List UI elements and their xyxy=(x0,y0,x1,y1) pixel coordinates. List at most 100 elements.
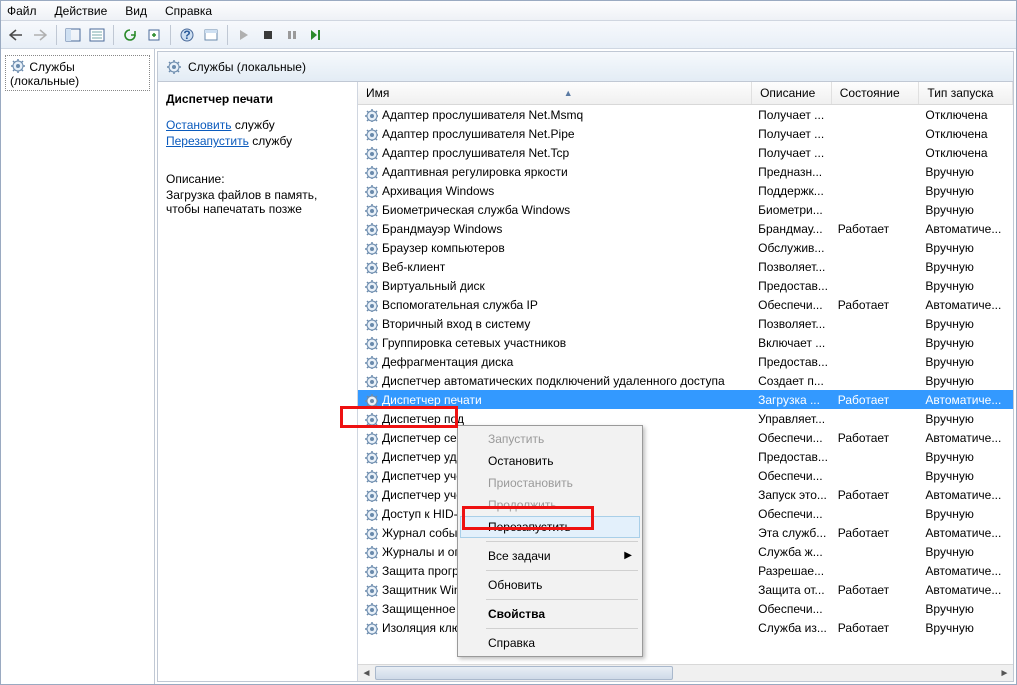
gear-icon xyxy=(364,431,378,445)
service-state: Работает xyxy=(832,621,920,635)
cm-all-tasks[interactable]: Все задачи▶ xyxy=(460,545,640,567)
cm-help[interactable]: Справка xyxy=(460,632,640,654)
back-button[interactable] xyxy=(5,24,27,46)
cm-properties[interactable]: Свойства xyxy=(460,603,640,625)
service-row[interactable]: Веб-клиентПозволяет...Вручную xyxy=(358,257,1013,276)
service-name: Защитник Wind xyxy=(382,583,467,597)
service-name: Адаптер прослушивателя Net.Tcp xyxy=(382,146,569,160)
service-start-type: Автоматиче... xyxy=(919,488,1013,502)
service-description: Обеспечи... xyxy=(752,298,832,312)
show-hide-tree-button[interactable] xyxy=(62,24,84,46)
cm-refresh[interactable]: Обновить xyxy=(460,574,640,596)
service-row[interactable]: Биометрическая служба WindowsБиометри...… xyxy=(358,200,1013,219)
service-row[interactable]: Адаптер прослушивателя Net.PipeПолучает … xyxy=(358,124,1013,143)
description-text: Загрузка файлов в память, чтобы напечата… xyxy=(166,188,349,216)
gear-icon xyxy=(364,469,378,483)
cm-stop[interactable]: Остановить xyxy=(460,450,640,472)
service-name: Брандмауэр Windows xyxy=(382,222,502,236)
forward-button[interactable] xyxy=(29,24,51,46)
menu-file[interactable]: Файл xyxy=(7,4,37,18)
stop-button[interactable] xyxy=(257,24,279,46)
gear-icon xyxy=(364,564,378,578)
service-description: Предостав... xyxy=(752,279,832,293)
service-description: Обеспечи... xyxy=(752,507,832,521)
service-row[interactable]: Группировка сетевых участниковВключает .… xyxy=(358,333,1013,352)
gear-icon xyxy=(364,241,378,255)
menu-view[interactable]: Вид xyxy=(125,4,147,18)
cm-restart[interactable]: Перезапустить xyxy=(460,516,640,538)
service-row[interactable]: Диспетчер печатиЗагрузка ...РаботаетАвто… xyxy=(358,390,1013,409)
gear-icon xyxy=(166,59,182,75)
service-start-type: Автоматиче... xyxy=(919,393,1013,407)
service-row[interactable]: Вторичный вход в системуПозволяет...Вруч… xyxy=(358,314,1013,333)
tree-pane: Службы (локальные) xyxy=(1,49,155,684)
service-start-type: Вручную xyxy=(919,545,1013,559)
pause-button[interactable] xyxy=(281,24,303,46)
scroll-right-icon[interactable]: ► xyxy=(996,665,1013,682)
service-description: Получает ... xyxy=(752,108,832,122)
service-start-type: Автоматиче... xyxy=(919,431,1013,445)
service-description: Поддержк... xyxy=(752,184,832,198)
service-description: Обеспечи... xyxy=(752,469,832,483)
submenu-arrow-icon: ▶ xyxy=(624,550,632,561)
service-description: Служба ж... xyxy=(752,545,832,559)
scroll-left-icon[interactable]: ◄ xyxy=(358,665,375,682)
scrollbar-thumb[interactable] xyxy=(375,666,673,680)
service-start-type: Автоматиче... xyxy=(919,222,1013,236)
service-name: Диспетчер печати xyxy=(382,393,482,407)
menu-action[interactable]: Действие xyxy=(55,4,108,18)
restart-button[interactable] xyxy=(305,24,327,46)
service-row[interactable]: Адаптер прослушивателя Net.TcpПолучает .… xyxy=(358,143,1013,162)
service-description: Разрешае... xyxy=(752,564,832,578)
gear-icon xyxy=(364,203,378,217)
service-description: Обеспечи... xyxy=(752,602,832,616)
help-button[interactable]: ? xyxy=(176,24,198,46)
service-description: Предостав... xyxy=(752,355,832,369)
service-row[interactable]: Браузер компьютеровОбслужив...Вручную xyxy=(358,238,1013,257)
service-description: Брандмау... xyxy=(752,222,832,236)
service-row[interactable]: Дефрагментация дискаПредостав...Вручную xyxy=(358,352,1013,371)
restart-service-link[interactable]: Перезапустить xyxy=(166,134,249,148)
horizontal-scrollbar[interactable]: ◄ ► xyxy=(358,664,1013,681)
play-button[interactable] xyxy=(233,24,255,46)
service-row[interactable]: Брандмауэр WindowsБрандмау...РаботаетАвт… xyxy=(358,219,1013,238)
column-start-type[interactable]: Тип запуска xyxy=(919,82,1013,104)
tree-item-services-local[interactable]: Службы (локальные) xyxy=(5,55,150,91)
refresh-button[interactable] xyxy=(119,24,141,46)
service-description: Обеспечи... xyxy=(752,431,832,445)
view-button[interactable] xyxy=(200,24,222,46)
stop-service-link[interactable]: Остановить xyxy=(166,118,232,132)
service-row[interactable]: Адаптивная регулировка яркостиПредназн..… xyxy=(358,162,1013,181)
service-row[interactable]: Вспомогательная служба IPОбеспечи...Рабо… xyxy=(358,295,1013,314)
service-name: Изоляция ключ xyxy=(382,621,467,635)
gear-icon xyxy=(364,108,378,122)
context-menu: Запустить Остановить Приостановить Продо… xyxy=(457,425,643,657)
properties-button[interactable] xyxy=(86,24,108,46)
column-name[interactable]: Имя▲ xyxy=(358,82,752,104)
service-name: Адаптивная регулировка яркости xyxy=(382,165,568,179)
service-description: Биометри... xyxy=(752,203,832,217)
cm-start: Запустить xyxy=(460,428,640,450)
service-description: Управляет... xyxy=(752,412,832,426)
service-row[interactable]: Архивация WindowsПоддержк...Вручную xyxy=(358,181,1013,200)
service-start-type: Отключена xyxy=(919,108,1013,122)
svg-text:?: ? xyxy=(183,28,190,42)
service-start-type: Вручную xyxy=(919,469,1013,483)
service-name: Адаптер прослушивателя Net.Msmq xyxy=(382,108,583,122)
service-description: Создает п... xyxy=(752,374,832,388)
service-row[interactable]: Адаптер прослушивателя Net.Msmq Получает … xyxy=(358,105,1013,124)
column-state[interactable]: Состояние xyxy=(832,82,920,104)
gear-icon xyxy=(364,374,378,388)
gear-icon xyxy=(364,450,378,464)
service-row[interactable]: Диспетчер автоматических подключений уда… xyxy=(358,371,1013,390)
export-button[interactable] xyxy=(143,24,165,46)
service-start-type: Автоматиче... xyxy=(919,298,1013,312)
service-start-type: Вручную xyxy=(919,260,1013,274)
column-description[interactable]: Описание xyxy=(752,82,832,104)
menu-help[interactable]: Справка xyxy=(165,4,212,18)
toolbar: ? xyxy=(1,21,1016,49)
gear-icon xyxy=(364,507,378,521)
service-row[interactable]: Виртуальный дискПредостав...Вручную xyxy=(358,276,1013,295)
service-start-type: Отключена xyxy=(919,127,1013,141)
gear-icon xyxy=(364,184,378,198)
